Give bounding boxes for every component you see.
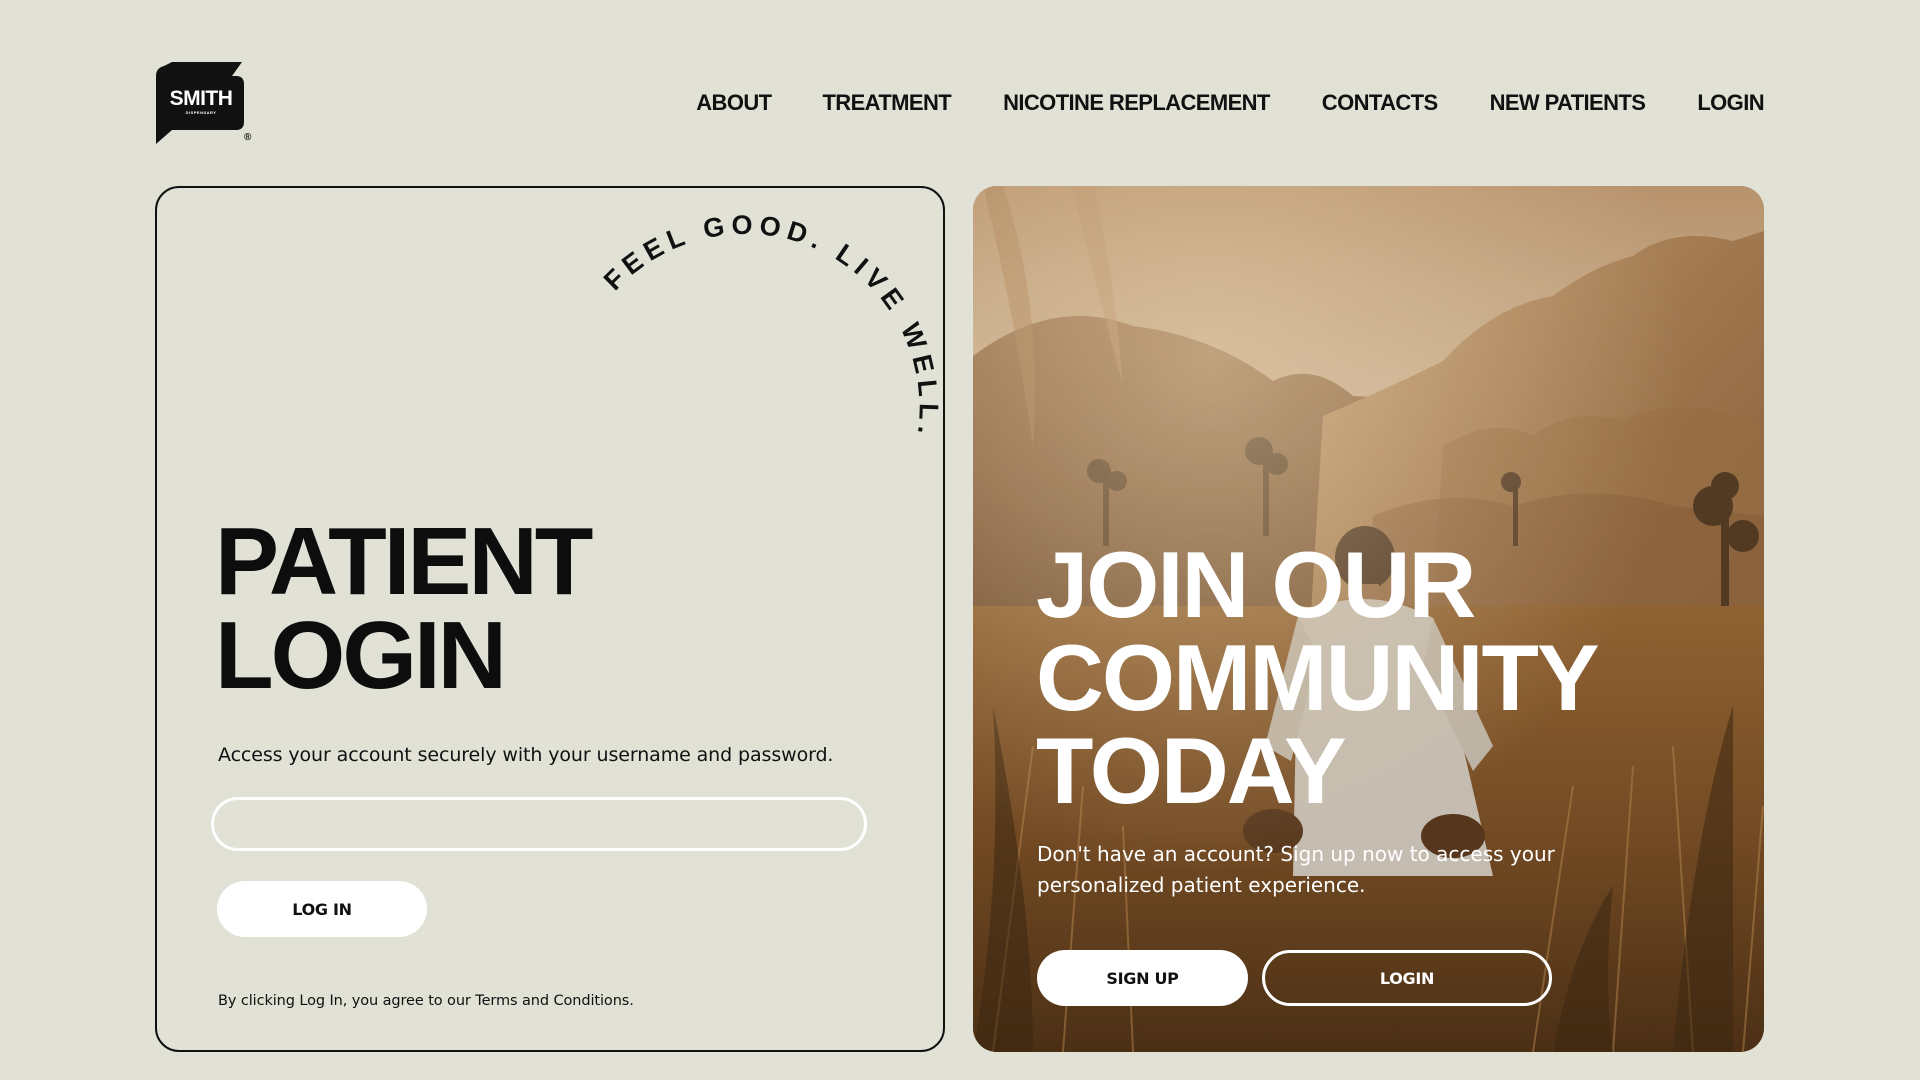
- nav-item-contacts: CONTACTS: [1322, 90, 1438, 116]
- nav-link-contacts[interactable]: CONTACTS: [1322, 90, 1438, 116]
- terms-notice: By clicking Log In, you agree to our Ter…: [218, 993, 634, 1009]
- registered-mark: ®: [244, 132, 252, 143]
- nav-link-login[interactable]: LOGIN: [1697, 90, 1764, 116]
- main-nav: ABOUT TREATMENT NICOTINE REPLACEMENT CON…: [696, 90, 1764, 116]
- sign-up-button[interactable]: SIGN UP: [1037, 950, 1248, 1006]
- community-title-line-2: COMMUNITY: [1036, 625, 1600, 730]
- smith-logo[interactable]: SMITH DISPENSARY ®: [154, 62, 254, 146]
- nav-link-about[interactable]: ABOUT: [696, 90, 772, 116]
- nav-item-login: LOGIN: [1697, 90, 1764, 116]
- login-outline-button[interactable]: LOGIN: [1262, 950, 1552, 1006]
- nav-item-about: ABOUT: [696, 90, 772, 116]
- logo-wordmark: SMITH: [169, 87, 233, 110]
- page-title: PATIENT LOGIN: [215, 508, 593, 709]
- community-title-line-3: TODAY: [1036, 718, 1347, 823]
- tagline-textpath: FEEL GOOD. LIVE WELL.: [598, 210, 938, 442]
- nav-link-treatment[interactable]: TREATMENT: [822, 90, 951, 116]
- nav-link-nicotine-replacement[interactable]: NICOTINE REPLACEMENT: [1003, 90, 1270, 116]
- nav-item-new-patients: NEW PATIENTS: [1490, 90, 1646, 116]
- page-title-line-1: PATIENT: [215, 508, 593, 615]
- nav-item-nicotine-replacement: NICOTINE REPLACEMENT: [1003, 90, 1270, 116]
- nav-item-treatment: TREATMENT: [822, 90, 951, 116]
- community-title: JOIN OUR COMMUNITY TODAY: [1036, 532, 1600, 823]
- site-header: SMITH DISPENSARY ® ABOUT TREATMENT NICOT…: [0, 0, 1920, 170]
- logo-subtext: DISPENSARY: [185, 110, 217, 115]
- community-title-line-1: JOIN OUR: [1036, 532, 1476, 637]
- tagline-arc: FEEL GOOD. LIVE WELL.: [598, 210, 944, 442]
- page-title-line-2: LOGIN: [215, 602, 507, 709]
- username-input[interactable]: [211, 797, 867, 851]
- nav-link-new-patients[interactable]: NEW PATIENTS: [1490, 90, 1646, 116]
- log-in-button[interactable]: LOG IN: [217, 881, 427, 937]
- community-description: Don't have an account? Sign up now to ac…: [1037, 842, 1555, 897]
- join-community-card: JOIN OUR COMMUNITY TODAY Don't have an a…: [973, 186, 1764, 1052]
- login-description: Access your account securely with your u…: [218, 744, 834, 766]
- tagline-text: FEEL GOOD. LIVE WELL.: [598, 210, 944, 442]
